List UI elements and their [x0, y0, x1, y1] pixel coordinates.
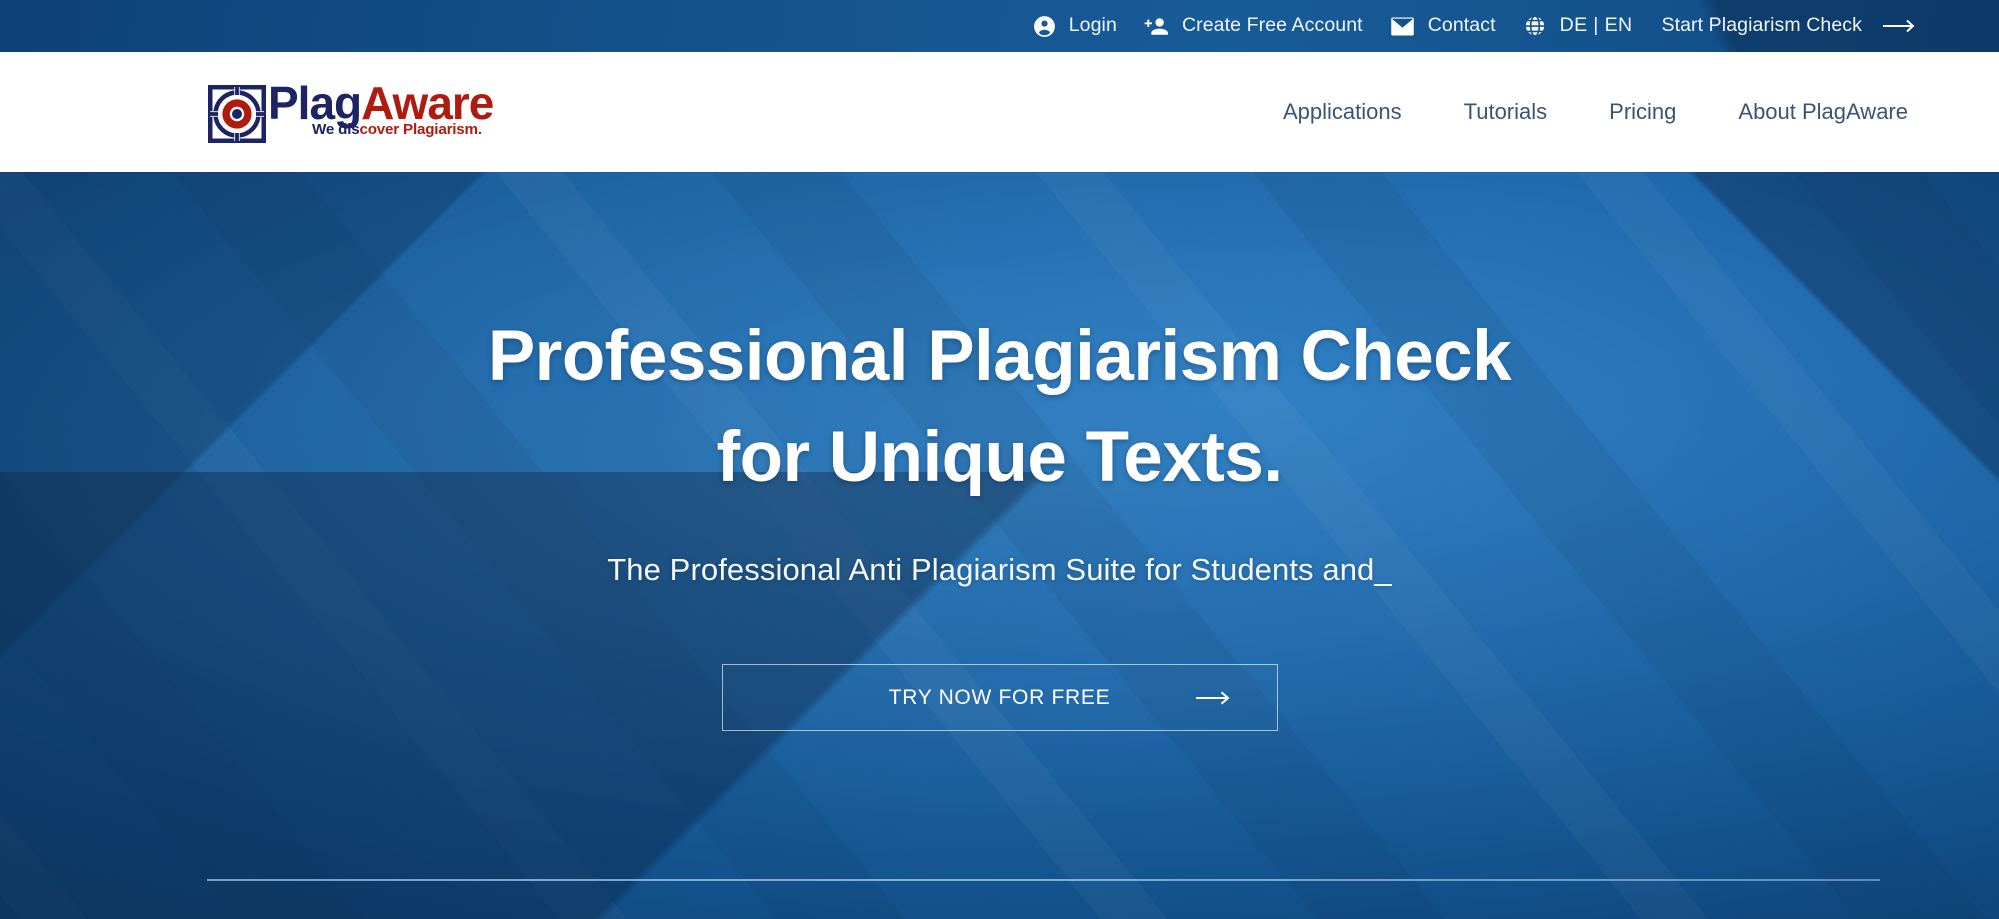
person-add-icon	[1143, 14, 1170, 39]
site-header: PlagAware We discover Plagiarism. Applic…	[0, 52, 1999, 172]
hero-title-line2: for Unique Texts.	[0, 407, 1999, 508]
topbar-item-login[interactable]: Login	[1019, 14, 1130, 39]
nav-item-applications[interactable]: Applications	[1252, 101, 1433, 123]
top-utility-bar: Login Create Free Account	[0, 0, 1999, 52]
hero-subtitle-cursor: _	[1374, 552, 1391, 587]
nav-item-pricing[interactable]: Pricing	[1578, 101, 1707, 123]
logo-text: PlagAware We discover Plagiarism.	[268, 81, 493, 125]
arrow-right-icon	[1195, 690, 1233, 706]
nav-item-about-plagaware[interactable]: About PlagAware	[1707, 101, 1939, 123]
account-circle-icon	[1032, 14, 1057, 39]
globe-icon	[1522, 13, 1548, 39]
try-now-for-free-label: TRY NOW FOR FREE	[889, 686, 1111, 710]
topbar-item-language[interactable]: DE | EN	[1509, 13, 1646, 39]
topbar-item-create-free-account-label: Create Free Account	[1182, 16, 1363, 36]
topbar-item-create-free-account[interactable]: Create Free Account	[1130, 14, 1376, 39]
hero-cta-wrapper: TRY NOW FOR FREE	[0, 664, 1999, 731]
logo-tagline-second: cover Plagiarism.	[359, 121, 481, 138]
arrow-right-icon	[1882, 18, 1918, 34]
topbar-item-contact-label: Contact	[1428, 16, 1496, 36]
top-utility-bar-items: Login Create Free Account	[1019, 13, 1931, 39]
topbar-start-plagiarism-check-button[interactable]: Start Plagiarism Check	[1645, 16, 1931, 36]
hero-title-line1: Professional Plagiarism Check	[0, 306, 1999, 407]
topbar-item-language-label: DE | EN	[1560, 16, 1633, 36]
topbar-start-plagiarism-check-label: Start Plagiarism Check	[1661, 16, 1862, 36]
mail-icon	[1389, 14, 1416, 39]
main-navigation: Applications Tutorials Pricing About Pla…	[1252, 101, 1939, 123]
logo-tagline: We discover Plagiarism.	[312, 121, 482, 138]
hero-subtitle: The Professional Anti Plagiarism Suite f…	[0, 552, 1999, 588]
nav-item-tutorials[interactable]: Tutorials	[1433, 101, 1579, 123]
hero-divider	[207, 879, 1880, 881]
page-root: Login Create Free Account	[0, 0, 1999, 919]
hero-content: Professional Plagiarism Check for Unique…	[0, 172, 1999, 731]
hero-subtitle-text: The Professional Anti Plagiarism Suite f…	[607, 552, 1374, 587]
hero-section: Professional Plagiarism Check for Unique…	[0, 172, 1999, 919]
logo[interactable]: PlagAware We discover Plagiarism.	[208, 81, 493, 143]
plagaware-target-logo-icon	[208, 85, 266, 143]
topbar-item-login-label: Login	[1069, 16, 1117, 36]
try-now-for-free-button[interactable]: TRY NOW FOR FREE	[722, 664, 1278, 731]
topbar-item-contact[interactable]: Contact	[1376, 14, 1509, 39]
logo-tagline-first: We dis	[312, 121, 359, 138]
